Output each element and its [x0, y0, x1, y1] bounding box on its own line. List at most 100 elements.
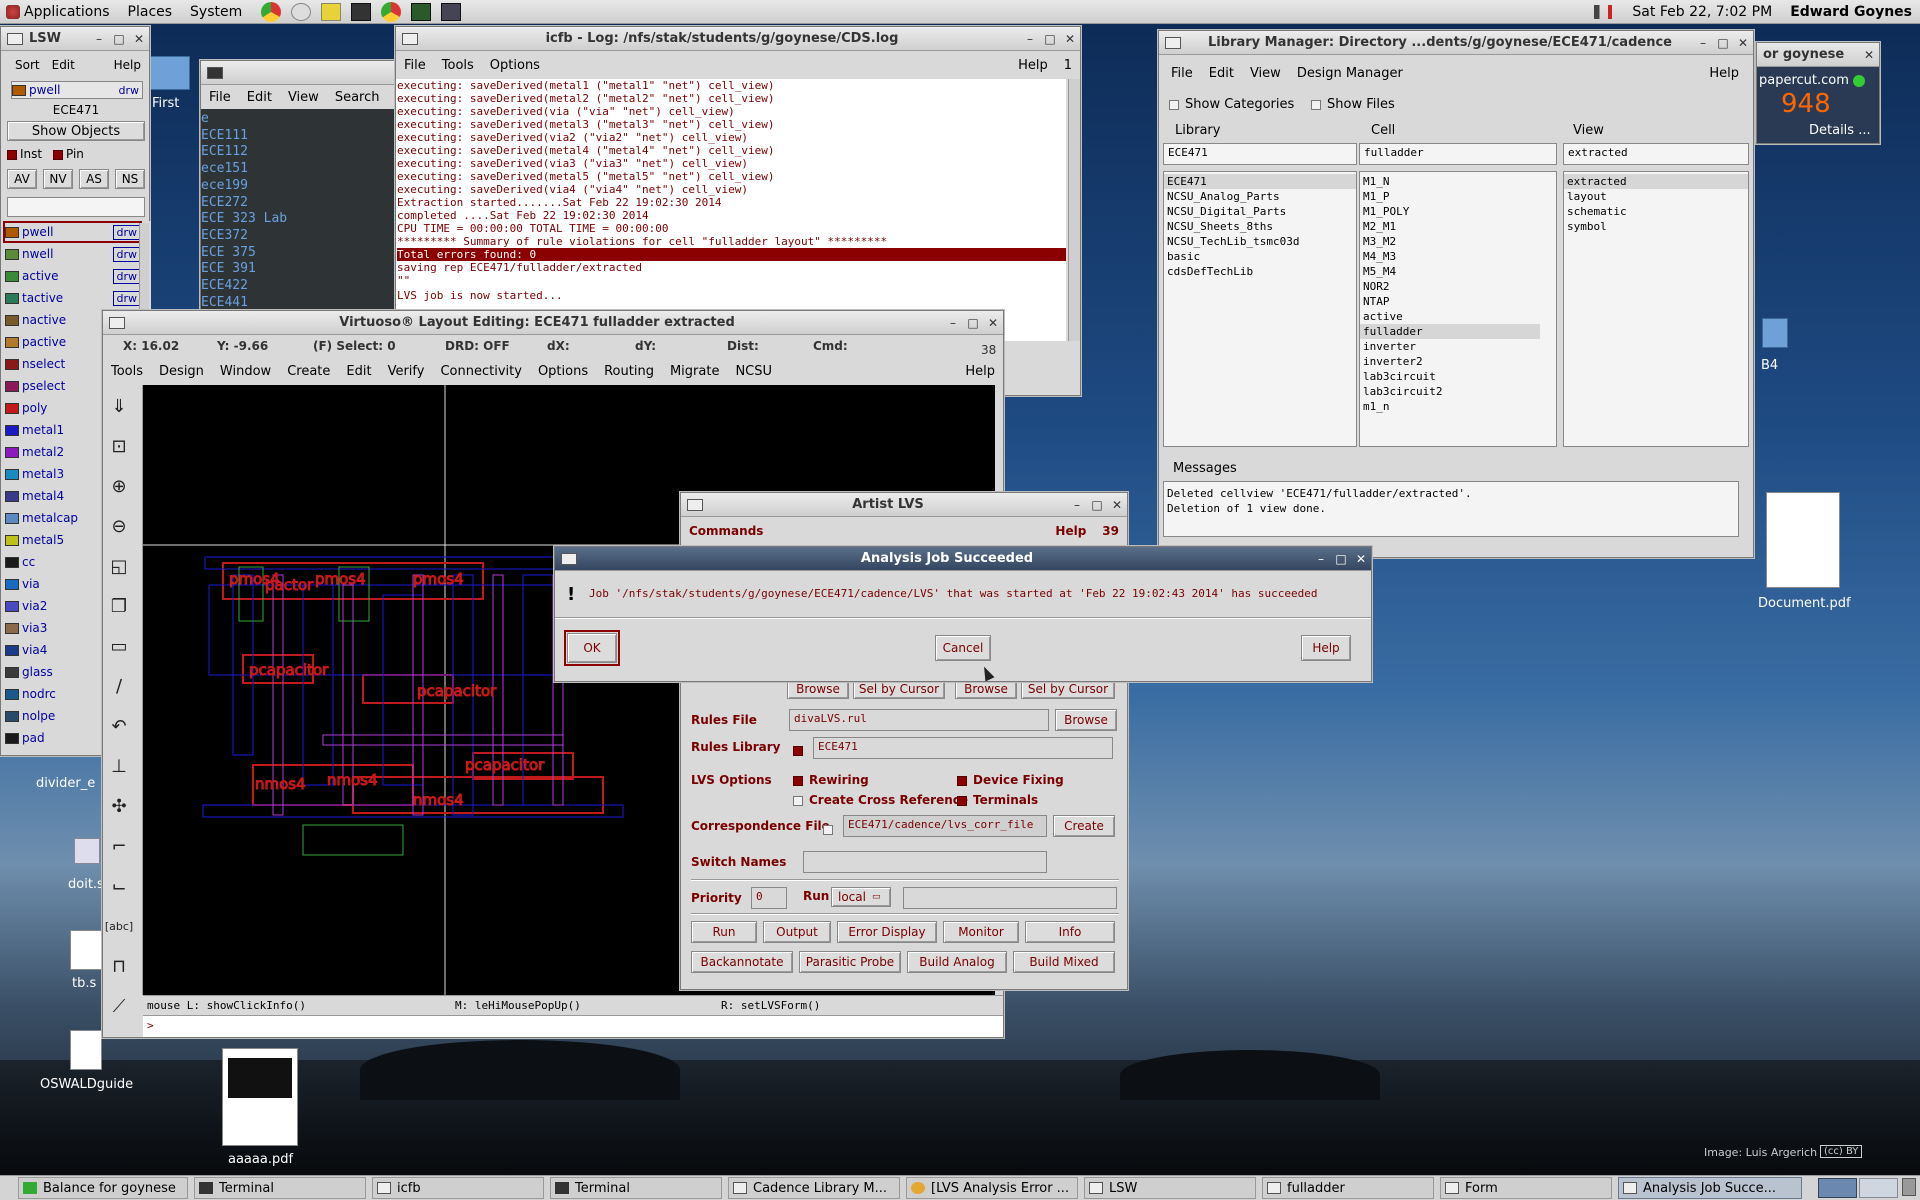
workspace-2[interactable]: [1859, 1178, 1898, 1198]
rules-library-field[interactable]: ECE471: [813, 737, 1113, 759]
taskbar-item-form[interactable]: Form: [1440, 1177, 1612, 1199]
list-item[interactable]: symbol: [1564, 219, 1748, 234]
maximize-icon[interactable]: □: [963, 316, 983, 330]
close-icon[interactable]: ✕: [1107, 498, 1127, 512]
menu-tools[interactable]: Tools: [103, 364, 151, 379]
list-item[interactable]: M1_POLY: [1360, 204, 1556, 219]
user-name[interactable]: Edward Goynes: [1790, 4, 1912, 20]
libmgr-menu-file[interactable]: File: [1159, 66, 1201, 81]
list-item[interactable]: NCSU_Sheets_8ths: [1164, 219, 1356, 234]
pin-tool-icon[interactable]: ⊓: [104, 950, 134, 982]
path-tool-icon[interactable]: ⌐: [104, 830, 134, 862]
ns-button[interactable]: NS: [115, 169, 145, 189]
cancel-button[interactable]: Cancel: [935, 635, 991, 661]
menu-edit[interactable]: Edit: [338, 364, 379, 379]
array-tool-icon[interactable]: ✣: [104, 790, 134, 822]
list-item[interactable]: NOR2: [1360, 279, 1556, 294]
list-item[interactable]: M3_M2: [1360, 234, 1556, 249]
terminal-menu-view[interactable]: View: [280, 90, 327, 105]
taskbar-item-icfb[interactable]: icfb: [372, 1177, 544, 1199]
list-item[interactable]: inverter: [1360, 339, 1556, 354]
minimize-icon[interactable]: –: [1020, 32, 1040, 46]
correspondence-file-field[interactable]: ECE471/cadence/lvs_corr_file: [843, 815, 1047, 837]
list-item[interactable]: extracted: [1564, 174, 1748, 189]
desktop-icon-first[interactable]: [150, 56, 190, 90]
minimize-icon[interactable]: –: [89, 32, 109, 46]
lsw-layer-tactive[interactable]: tactive drw: [5, 289, 140, 307]
list-item[interactable]: lab3circuit2: [1360, 384, 1556, 399]
run-button[interactable]: Run: [691, 921, 757, 943]
show-categories-checkbox[interactable]: Show Categories: [1169, 97, 1294, 112]
mail-launcher-icon[interactable]: [291, 2, 312, 21]
backannotate-button[interactable]: Backannotate: [691, 951, 793, 973]
monitor-launcher-icon[interactable]: [411, 2, 432, 21]
applications-menu[interactable]: Applications: [24, 4, 110, 20]
icfb-menu-help[interactable]: Help: [1010, 58, 1056, 73]
monitor-button[interactable]: Monitor: [943, 921, 1019, 943]
zoom-out-icon[interactable]: ⊖: [104, 510, 134, 542]
lsw-menu-help[interactable]: Help: [106, 58, 149, 72]
desktop-icon-doit[interactable]: [74, 838, 100, 864]
icfb-log-output[interactable]: executing: saveDerived(metal1 ("metal1" …: [396, 79, 1066, 341]
close-icon[interactable]: ✕: [1351, 552, 1371, 566]
browse-extracted-button[interactable]: Browse: [955, 679, 1017, 699]
window-menu-icon[interactable]: [687, 498, 703, 511]
menu-ncsu[interactable]: NCSU: [727, 364, 780, 379]
info-button[interactable]: Info: [1025, 921, 1115, 943]
run-host-field[interactable]: [903, 887, 1117, 909]
build-mixed-button[interactable]: Build Mixed: [1013, 951, 1115, 973]
minimize-icon[interactable]: –: [943, 316, 963, 330]
close-icon[interactable]: ✕: [1859, 48, 1879, 62]
library-list[interactable]: ECE471 NCSU_Analog_Parts NCSU_Digital_Pa…: [1163, 171, 1357, 447]
taskbar-item-lvs-error[interactable]: [LVS Analysis Error ...: [906, 1177, 1078, 1199]
build-analog-button[interactable]: Build Analog: [907, 951, 1007, 973]
taskbar-item-library-manager[interactable]: Cadence Library M...: [728, 1177, 900, 1199]
icfb-scrollbar[interactable]: [1068, 79, 1080, 341]
libmgr-menu-view[interactable]: View: [1242, 66, 1289, 81]
label-tool-icon[interactable]: [abc]: [104, 910, 134, 942]
lsw-layer-pwell[interactable]: pwell drw: [3, 221, 142, 243]
parasitic-probe-button[interactable]: Parasitic Probe: [799, 951, 901, 973]
cell-list[interactable]: M1_N M1_P M1_POLY M2_M1 M3_M2 M4_M3 M5_M…: [1359, 171, 1557, 447]
menu-migrate[interactable]: Migrate: [662, 364, 728, 379]
terminal-menu-file[interactable]: File: [201, 90, 239, 105]
minimize-icon[interactable]: –: [1693, 36, 1713, 50]
places-menu[interactable]: Places: [128, 4, 173, 20]
correspondence-checkbox[interactable]: [823, 822, 839, 837]
menu-create[interactable]: Create: [279, 364, 338, 379]
line-tool-icon[interactable]: ⟋: [104, 990, 134, 1022]
browse-rules-button[interactable]: Browse: [1055, 709, 1117, 731]
list-item[interactable]: M4_M3: [1360, 249, 1556, 264]
taskbar-item-lsw[interactable]: LSW: [1084, 1177, 1256, 1199]
system-menu[interactable]: System: [190, 4, 242, 20]
rules-file-field[interactable]: divaLVS.rul: [789, 709, 1049, 731]
libmgr-menu-design-manager[interactable]: Design Manager: [1289, 66, 1411, 81]
minimize-icon[interactable]: –: [1311, 552, 1331, 566]
list-item[interactable]: M2_M1: [1360, 219, 1556, 234]
list-item[interactable]: schematic: [1564, 204, 1748, 219]
cell-field[interactable]: fulladder: [1359, 143, 1557, 165]
show-objects-button[interactable]: Show Objects: [7, 121, 145, 141]
lsw-current-layer[interactable]: pwell drw: [11, 81, 143, 99]
lsw-layer-active[interactable]: active drw: [5, 267, 140, 285]
taskbar-item-terminal[interactable]: Terminal: [194, 1177, 366, 1199]
libmgr-menu-help[interactable]: Help: [1701, 66, 1753, 81]
window-menu-icon[interactable]: [1165, 36, 1181, 49]
error-display-button[interactable]: Error Display: [837, 921, 937, 943]
list-item[interactable]: fulladder: [1360, 324, 1540, 339]
av-button[interactable]: AV: [7, 169, 37, 189]
create-correspondence-button[interactable]: Create: [1053, 815, 1115, 837]
ok-button[interactable]: OK: [564, 630, 620, 666]
window-menu-icon[interactable]: [561, 552, 577, 565]
copy-tool-icon[interactable]: ❐: [104, 590, 134, 622]
maximize-icon[interactable]: □: [1331, 552, 1351, 566]
view-field[interactable]: extracted: [1563, 143, 1749, 165]
nv-button[interactable]: NV: [43, 169, 73, 189]
output-button[interactable]: Output: [763, 921, 831, 943]
list-item[interactable]: lab3circuit: [1360, 369, 1556, 384]
list-item[interactable]: basic: [1164, 249, 1356, 264]
list-item[interactable]: M1_N: [1360, 174, 1556, 189]
desktop-icon-b4[interactable]: [1762, 318, 1788, 348]
taskbar-item-terminal-2[interactable]: Terminal: [550, 1177, 722, 1199]
terminal-menu-search[interactable]: Search: [327, 90, 388, 105]
